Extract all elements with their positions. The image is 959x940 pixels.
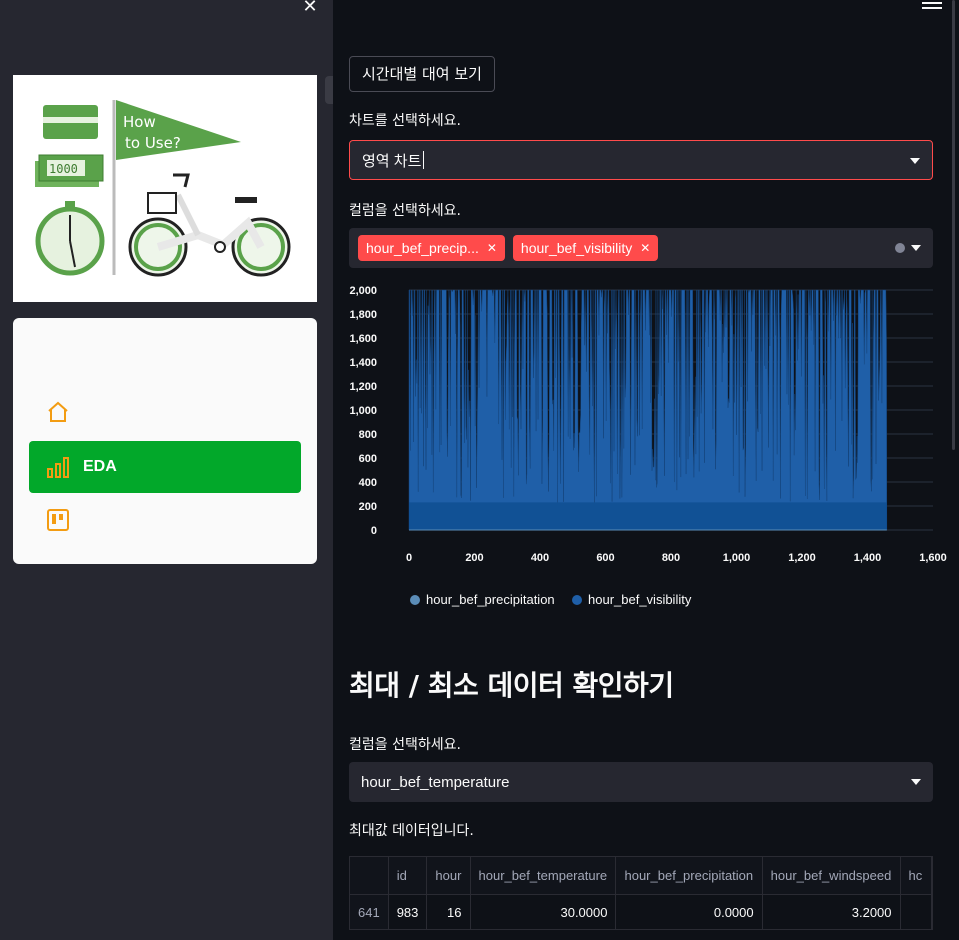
x-tick-label: 600 [596, 552, 614, 564]
chevron-down-icon[interactable] [910, 158, 920, 164]
legend-label: hour_bef_precipitation [426, 592, 555, 607]
nav-item-eda[interactable]: EDA [29, 441, 301, 493]
tag-label: hour_bef_precip... [366, 240, 479, 256]
x-tick-label: 1,600 [919, 552, 947, 564]
how-to-use-logo: 1000 How to Use? [13, 75, 317, 302]
chart-type-select[interactable]: 영역 차트 [349, 140, 933, 180]
table-cell: 3.2000 [762, 894, 901, 929]
y-axis-ticks: 0 200 400 600 800 1,000 1,200 1,400 1,600 1,800 2,… [349, 285, 377, 537]
clear-all-icon[interactable] [895, 243, 905, 253]
section-title: 최대 / 최소 데이터 확인하기 [349, 669, 674, 702]
legend-label: hour_bef_visibility [588, 592, 692, 607]
remove-tag-icon[interactable]: ✕ [640, 241, 650, 255]
nav-menu: EDA [13, 318, 317, 564]
remove-tag-icon[interactable]: ✕ [487, 241, 497, 255]
y-tick-label: 1,800 [349, 309, 377, 321]
table-header-index[interactable] [350, 857, 389, 895]
x-tick-label: 1,400 [854, 552, 882, 564]
chart-area-series [408, 289, 888, 531]
y-tick-label: 1,600 [349, 333, 377, 345]
table-header-cell[interactable]: hour_bef_temperature [470, 857, 617, 895]
table-cell [900, 894, 932, 929]
svg-text:to Use?: to Use? [125, 134, 181, 152]
y-tick-label: 1,200 [349, 381, 377, 393]
svg-text:How: How [123, 113, 156, 131]
y-tick-label: 600 [359, 453, 377, 465]
area-hour-bef-visibility [408, 289, 888, 531]
text-cursor [423, 151, 425, 169]
x-tick-label: 800 [662, 552, 680, 564]
sidebar-resize-handle[interactable] [325, 76, 333, 104]
area-chart: 0 200 400 600 800 1,000 1,200 1,400 1,600 1,800 2,… [349, 285, 947, 607]
nav-item-kanban[interactable] [29, 494, 301, 546]
main-content: 시간대별 대여 보기 차트를 선택하세요. 영역 차트 컬럼을 선택하세요. h… [333, 0, 959, 940]
max-data-caption: 최대값 데이터입니다. [349, 823, 474, 839]
app-window: ✕ 1000 How to Use? EDA 시간대별 대여 보기 차트를 선택… [0, 0, 959, 940]
x-tick-label: 400 [531, 552, 549, 564]
y-tick-label: 1,000 [349, 405, 377, 417]
column-select[interactable]: hour_bef_temperature [349, 762, 933, 802]
nav-item-eda-label: EDA [83, 458, 117, 475]
y-tick-label: 200 [359, 501, 377, 513]
y-tick-label: 400 [359, 477, 377, 489]
chart-type-value: 영역 차트 [362, 152, 422, 170]
tag-label: hour_bef_visibility [520, 240, 633, 256]
time-rental-button[interactable]: 시간대별 대여 보기 [349, 56, 495, 92]
chevron-down-icon[interactable] [911, 779, 921, 785]
column-multiselect-label: 컬럼을 선택하세요. [349, 203, 461, 219]
y-tick-label: 0 [371, 525, 377, 537]
x-tick-label: 1,000 [723, 552, 751, 564]
tag-precipitation[interactable]: hour_bef_precip... ✕ [358, 235, 505, 261]
table-row: 641 983 16 30.0000 0.0000 3.2000 [350, 894, 932, 929]
scrollbar-thumb[interactable] [952, 0, 955, 450]
nav-item-home[interactable] [29, 386, 301, 438]
y-tick-label: 1,400 [349, 357, 377, 369]
table-header-cell[interactable]: id [388, 857, 428, 895]
column-select-label: 컬럼을 선택하세요. [349, 737, 461, 753]
tag-visibility[interactable]: hour_bef_visibility ✕ [512, 235, 659, 261]
max-data-table[interactable]: id hour hour_bef_temperature hour_bef_pr… [349, 856, 933, 930]
chart-select-label: 차트를 선택하세요. [349, 113, 461, 129]
table-cell: 983 [388, 894, 428, 929]
close-sidebar-icon[interactable]: ✕ [299, 0, 321, 16]
svg-text:1000: 1000 [49, 162, 78, 176]
column-select-value: hour_bef_temperature [361, 773, 510, 791]
table-row-index: 641 [350, 894, 389, 929]
table-cell: 16 [426, 894, 471, 929]
legend-marker [572, 595, 582, 605]
x-tick-label: 0 [406, 552, 412, 564]
table-header-cell[interactable]: hour_bef_precipitation [615, 857, 763, 895]
legend-marker [410, 595, 420, 605]
chevron-down-icon[interactable] [911, 245, 921, 251]
table-cell: 30.0000 [470, 894, 617, 929]
kanban-icon [45, 507, 71, 533]
hamburger-menu-icon[interactable] [922, 0, 942, 12]
table-header-row: id hour hour_bef_temperature hour_bef_pr… [350, 857, 932, 895]
table-header-cell[interactable]: hc [900, 857, 932, 895]
y-tick-label: 2,000 [349, 285, 377, 297]
y-tick-label: 800 [359, 429, 377, 441]
x-tick-label: 200 [465, 552, 483, 564]
area-hour-bef-visibility-base [409, 502, 887, 530]
column-multiselect[interactable]: hour_bef_precip... ✕ hour_bef_visibility… [349, 228, 933, 268]
x-tick-label: 1,200 [788, 552, 816, 564]
x-axis-ticks: 0 200 400 600 800 1,000 1,200 1,400 1,600 [406, 552, 947, 564]
table-cell: 0.0000 [615, 894, 763, 929]
chart-legend: hour_bef_precipitation hour_bef_visibilit… [410, 592, 692, 607]
table-header-cell[interactable]: hour [426, 857, 471, 895]
bar-chart-icon [45, 454, 71, 480]
house-icon [45, 399, 71, 425]
sidebar: ✕ 1000 How to Use? EDA [0, 0, 333, 940]
table-header-cell[interactable]: hour_bef_windspeed [762, 857, 901, 895]
